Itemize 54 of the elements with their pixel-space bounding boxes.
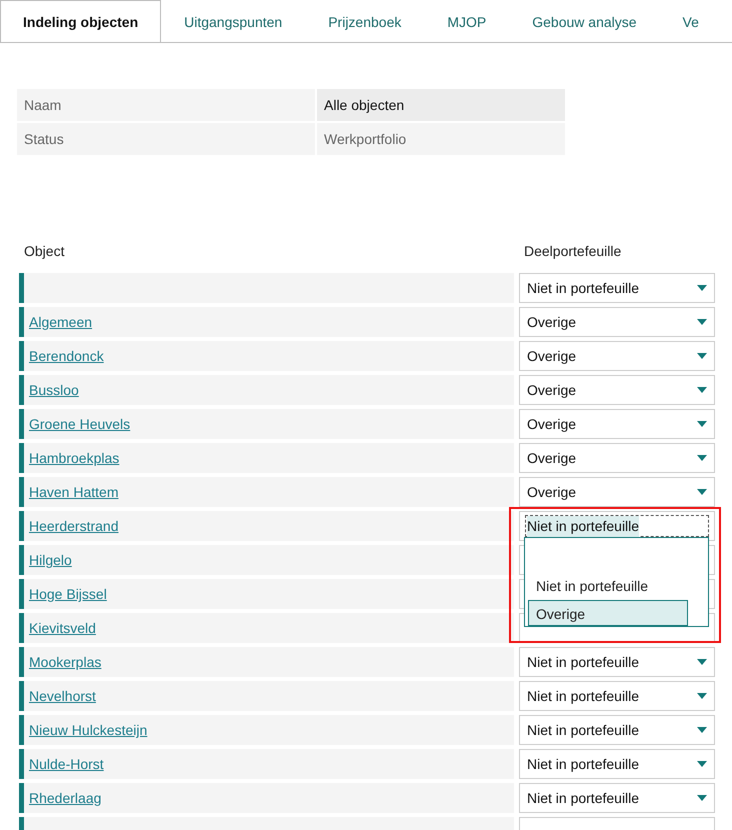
object-link[interactable]: Nulde-Horst <box>29 756 104 772</box>
object-link[interactable]: Mookerplas <box>29 654 102 670</box>
tab[interactable]: Indeling objecten <box>0 0 162 42</box>
column-header: Object <box>24 242 66 261</box>
dropdown-select[interactable]: Niet in portefeuille <box>519 715 715 745</box>
dropdown-option[interactable]: Overige <box>528 600 688 626</box>
dropdown-select[interactable]: Niet in portefeuille <box>519 647 715 677</box>
object-link[interactable]: Kievitsveld <box>29 620 96 636</box>
object-link[interactable]: Nieuw Hulckesteijn <box>29 722 148 738</box>
object-link[interactable]: Rhederlaag <box>29 790 102 806</box>
selected-value: Overige <box>527 346 576 366</box>
column-header: Deelportefeuille <box>524 242 622 261</box>
field-label: Status <box>17 123 315 155</box>
selected-value: Niet in portefeuille <box>527 720 640 740</box>
field-value: Alle objecten <box>317 89 565 121</box>
object-link[interactable]: Algemeen <box>29 314 92 330</box>
object-link[interactable]: Hoge Bijssel <box>29 586 107 602</box>
object-link[interactable]: Hambroekplas <box>29 450 120 466</box>
dropdown-select[interactable]: Overige <box>519 341 715 371</box>
selected-value: Niet in portefeuille <box>527 278 640 298</box>
tab[interactable]: Gebouw analyse <box>509 0 660 42</box>
selected-value: Niet in portefeuille <box>527 754 640 774</box>
object-link[interactable]: Haven Hattem <box>29 484 118 500</box>
selected-value: Niet in portefeuille <box>527 652 640 672</box>
object-link[interactable]: Nevelhorst <box>29 688 96 704</box>
selected-value: Overige <box>527 482 576 502</box>
object-link[interactable]: Hilgelo <box>29 552 72 568</box>
dropdown-select[interactable]: Niet in portefeuille <box>519 749 715 779</box>
dropdown-select[interactable]: Niet in portefeuille <box>519 681 715 711</box>
selected-value: Overige <box>527 380 576 400</box>
object-link[interactable]: Heerderstrand <box>29 518 118 534</box>
dropdown-select[interactable]: Overige <box>519 409 715 439</box>
selected-value: Niet in portefeuille <box>527 516 640 536</box>
tab[interactable]: Uitgangspunten <box>161 0 306 42</box>
object-link[interactable]: Groene Heuvels <box>29 416 130 432</box>
dropdown-select[interactable]: Overige <box>519 477 715 507</box>
tab[interactable]: Ve <box>660 0 700 42</box>
tab[interactable]: MJOP <box>424 0 510 42</box>
tab[interactable]: Prijzenboek <box>305 0 424 42</box>
object-link[interactable]: Berendonck <box>29 348 104 364</box>
dropdown-select[interactable]: Overige <box>519 443 715 473</box>
field-value: Werkportfolio <box>317 123 565 155</box>
selected-value: Overige <box>527 448 576 468</box>
selected-value: Niet in portefeuille <box>527 788 640 808</box>
dropdown-select[interactable]: Niet in portefeuille <box>519 783 715 813</box>
selected-value: Overige <box>527 312 576 332</box>
selected-value: Niet in portefeuille <box>527 686 640 706</box>
dropdown-option[interactable]: Niet in portefeuille <box>528 572 688 598</box>
dropdown-select[interactable]: Niet in portefeuille <box>519 273 715 303</box>
selected-value: Overige <box>527 414 576 434</box>
field-label: Naam <box>17 89 315 121</box>
dropdown-select[interactable]: Overige <box>519 375 715 405</box>
dropdown-select[interactable]: Overige <box>519 307 715 337</box>
object-link[interactable]: Bussloo <box>29 382 79 398</box>
